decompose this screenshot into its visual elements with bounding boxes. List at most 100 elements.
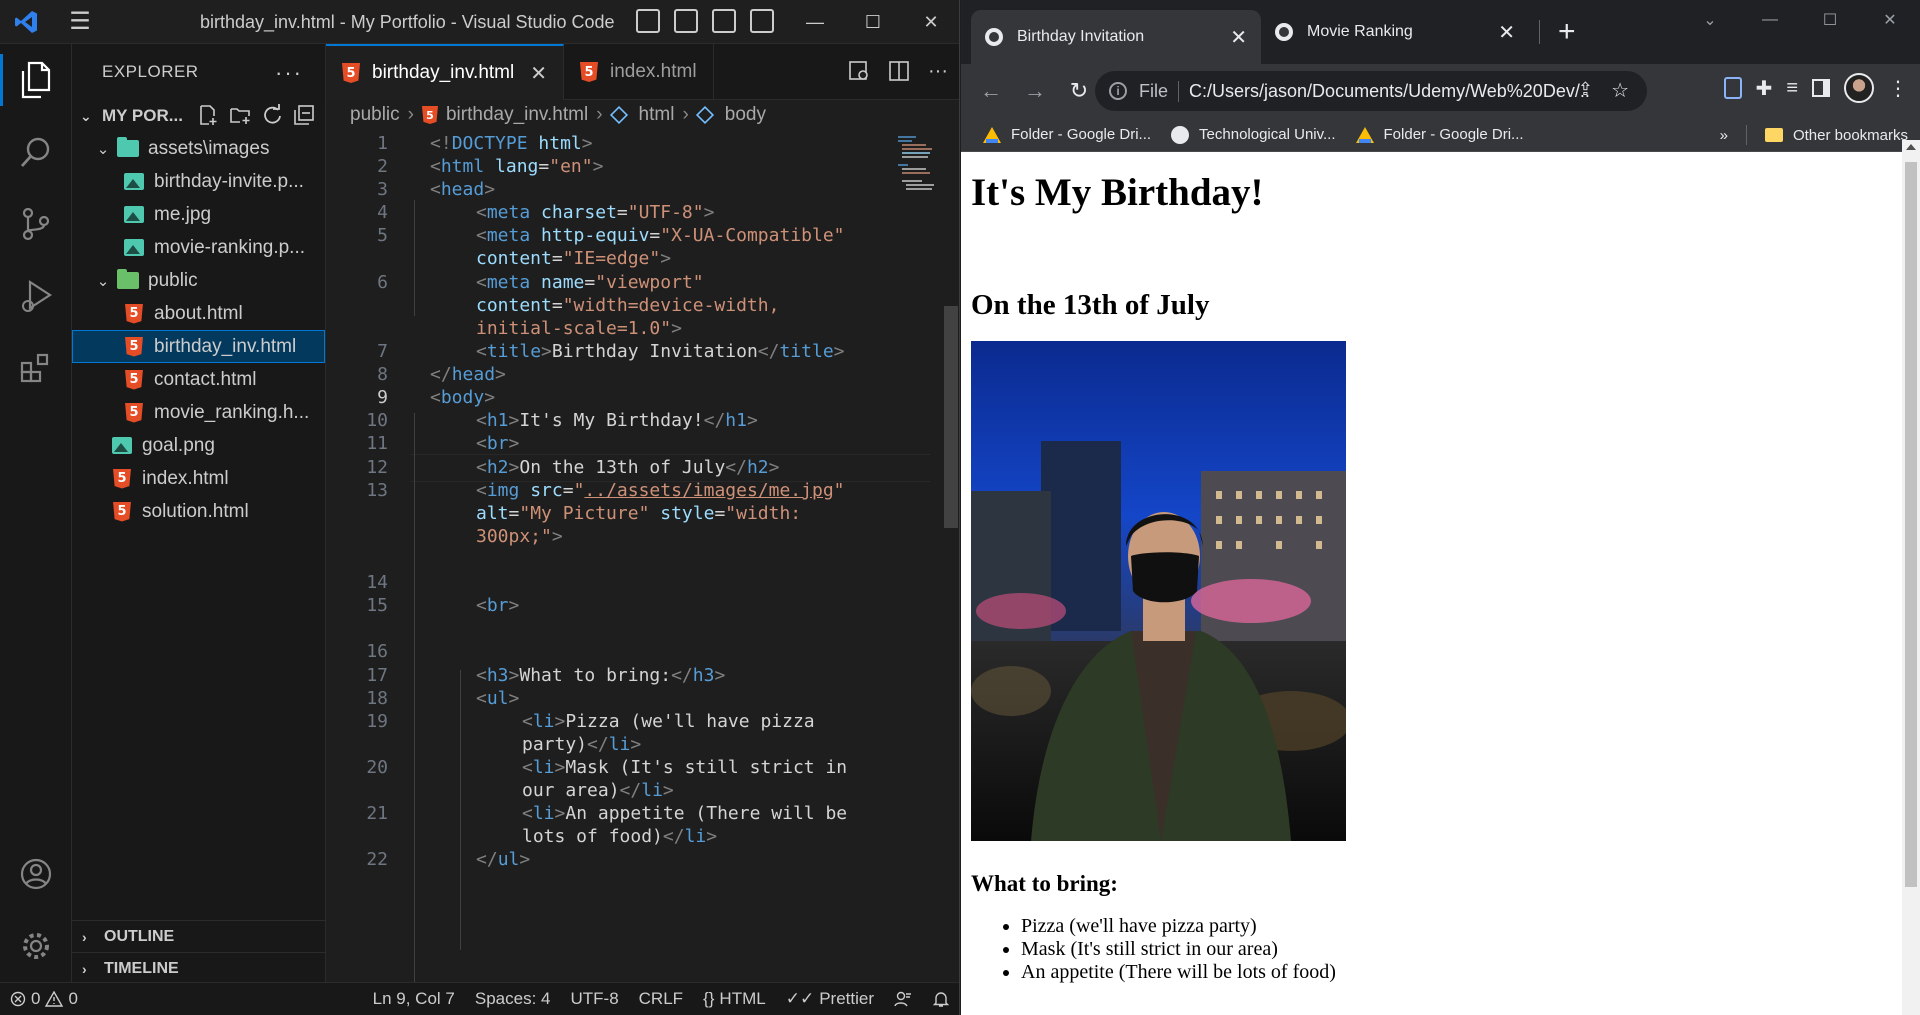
scrollbar-thumb[interactable] [944,306,958,528]
run-debug-icon[interactable] [0,260,72,332]
vscode-titlebar: ☰ birthday_inv.html - My Portfolio - Vis… [0,0,959,44]
line-number: 19 [366,711,388,732]
problems-indicator[interactable]: 0 0 [0,989,88,1009]
bookmark-label: Folder - Google Dri... [1011,126,1152,143]
cursor-position[interactable]: Ln 9, Col 7 [363,989,465,1009]
tab-index[interactable]: 5 index.html [564,44,714,100]
minimize-icon[interactable]: — [1740,0,1800,40]
tree-file-index-html[interactable]: 5 index.html [72,462,325,495]
search-icon[interactable] [0,116,72,188]
profile-avatar[interactable] [1844,73,1874,103]
share-icon[interactable]: ⇪ [1578,79,1593,100]
explorer-icon[interactable] [0,44,72,116]
tree-file-movie-ranking-html[interactable]: 5 movie_ranking.h... [72,396,325,429]
close-tab-icon[interactable]: ✕ [1230,25,1247,50]
maximize-icon[interactable]: ☐ [844,0,902,44]
timeline-section[interactable]: › TIMELINE [72,952,326,984]
tab-birthday-invitation[interactable]: Birthday Invitation ✕ [971,10,1261,64]
tree-file-goal-png[interactable]: goal.png [72,429,325,462]
image-file-icon [120,206,148,223]
toggle-secondary-sidebar-icon[interactable] [712,9,736,33]
new-folder-icon[interactable] [229,104,251,126]
tab-movie-ranking[interactable]: Movie Ranking ✕ [1261,10,1529,54]
refresh-icon[interactable] [261,104,283,126]
page-scrollbar[interactable] [1902,140,1920,1015]
close-tab-icon[interactable]: ✕ [530,61,547,86]
close-tab-icon[interactable]: ✕ [1498,20,1515,45]
explorer-header: EXPLORER ··· [72,44,325,100]
info-icon[interactable]: i [1109,82,1127,100]
minimize-icon[interactable]: — [786,0,844,44]
scroll-up-arrow-icon[interactable] [1906,144,1916,150]
chrome-tabstrip: Birthday Invitation ✕ Movie Ranking ✕ + … [961,0,1920,64]
menu-icon[interactable]: ☰ [52,0,108,44]
address-bar[interactable]: i File C:/Users/jason/Documents/Udemy/We… [1095,71,1647,111]
notifications-bell-icon[interactable] [922,990,959,1008]
scrollbar-thumb[interactable] [1905,162,1917,887]
code-editor[interactable]: 1 2 3 4 5 6 7 8 9 10 11 12 13 14 15 16 17 18 19 20 21 22 <!DO… [326,130,936,982]
outline-section[interactable]: › OUTLINE [72,920,326,952]
source-control-icon[interactable] [0,188,72,260]
tree-file-birthday-inv-html[interactable]: 5 birthday_inv.html [72,330,325,363]
tree-file-me-jpg[interactable]: me.jpg [72,198,325,231]
indentation[interactable]: Spaces: 4 [465,989,561,1009]
feedback-icon[interactable] [884,990,922,1008]
other-bookmarks[interactable]: Other bookmarks [1764,127,1908,144]
tree-file-contact-html[interactable]: 5 contact.html [72,363,325,396]
breadcrumb-item[interactable]: public [350,104,400,126]
tree-item-label: public [148,269,198,291]
tab-search-icon[interactable]: ⌄ [1680,0,1740,40]
language-mode[interactable]: {} HTML [693,989,776,1009]
extensions-icon[interactable] [0,332,72,404]
puzzle-extensions-icon[interactable]: ✚ [1756,76,1773,101]
new-tab-button[interactable]: + [1539,15,1590,48]
line-number: 5 [377,225,388,246]
tree-item-label: birthday-invite.p... [154,170,304,192]
folder-icon [1764,128,1783,142]
workspace-root[interactable]: ⌄ MY POR... [72,100,325,132]
more-actions-icon[interactable]: ··· [275,60,303,86]
bookmark-star-icon[interactable]: ☆ [1611,78,1629,103]
open-preview-icon[interactable] [848,60,870,82]
bookmarks-overflow-button[interactable]: » [1720,127,1728,144]
media-playlist-icon[interactable]: ≡ [1786,77,1798,100]
bookmark-item[interactable]: Technological Univ... [1161,125,1345,144]
tree-file-movie-ranking-png[interactable]: movie-ranking.p... [72,231,325,264]
accounts-icon[interactable] [0,838,72,910]
prettier-status[interactable]: ✓✓ Prettier [776,989,884,1009]
new-file-icon[interactable] [197,104,219,126]
settings-gear-icon[interactable] [0,910,72,982]
tree-folder-public[interactable]: ⌄ public [72,264,325,297]
back-arrow-icon[interactable]: ← [969,69,1013,113]
tree-folder-assets-images[interactable]: ⌄ assets\images [72,132,325,165]
tree-file-solution-html[interactable]: 5 solution.html [72,495,325,528]
image-file-icon [120,239,148,256]
side-panel-icon[interactable] [1812,79,1830,97]
toggle-panel-icon[interactable] [674,9,698,33]
maximize-icon[interactable]: ☐ [1800,0,1860,40]
tree-file-birthday-invite[interactable]: birthday-invite.p... [72,165,325,198]
breadcrumb-item[interactable]: body [725,104,766,126]
forward-arrow-icon[interactable]: → [1013,69,1057,113]
close-icon[interactable]: ✕ [1860,0,1920,40]
breadcrumb-item[interactable]: html [639,104,675,126]
editor-scrollbar[interactable] [942,130,959,982]
end-of-line[interactable]: CRLF [629,989,693,1009]
address-text[interactable]: C:/Users/jason/Documents/Udemy/Web%20Dev… [1189,81,1589,102]
extension-icon[interactable] [1723,77,1742,99]
more-actions-icon[interactable]: ··· [928,60,948,83]
minimap[interactable] [896,134,936,224]
collapse-all-icon[interactable] [293,104,315,126]
explorer-sidebar: EXPLORER ··· ⌄ MY POR... ⌄ assets\images… [72,44,326,982]
bookmark-item[interactable]: Folder - Google Dri... [973,126,1161,143]
close-icon[interactable]: ✕ [902,0,959,44]
bookmark-item[interactable]: Folder - Google Dri... [1346,126,1534,143]
customize-layout-icon[interactable] [750,9,774,33]
toggle-primary-sidebar-icon[interactable] [636,9,660,33]
tree-file-about-html[interactable]: 5 about.html [72,297,325,330]
breadcrumb-item[interactable]: birthday_inv.html [446,104,588,126]
tab-birthday-inv[interactable]: 5 birthday_inv.html ✕ [326,44,564,100]
chrome-menu-icon[interactable]: ⋮ [1888,76,1908,101]
encoding[interactable]: UTF-8 [560,989,628,1009]
split-editor-icon[interactable] [888,60,910,82]
